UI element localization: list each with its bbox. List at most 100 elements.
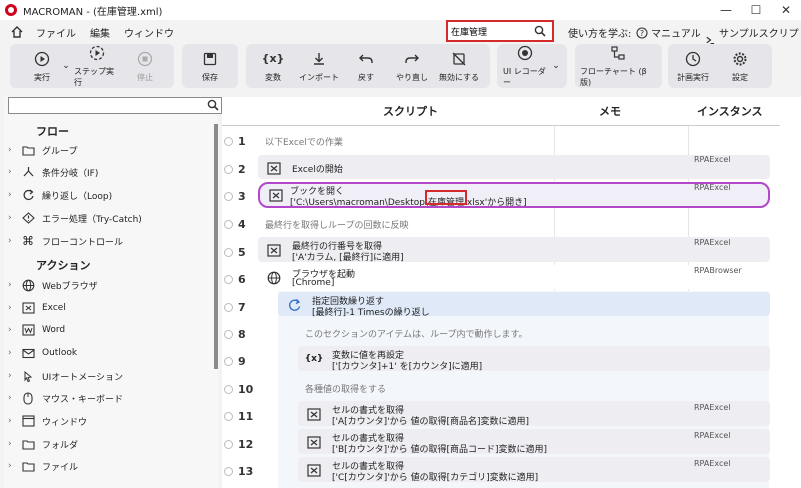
minimize-button[interactable]: — [711, 0, 741, 20]
globe-icon [20, 278, 36, 292]
sidebar-item-group[interactable]: › グループ [8, 139, 214, 161]
undo-button[interactable]: 戻す [352, 44, 380, 88]
ui-recorder-button[interactable]: UI レコーダー [503, 44, 547, 88]
breakpoint-marker[interactable] [224, 411, 233, 421]
breakpoint-marker[interactable] [224, 191, 233, 201]
search-highlight [425, 190, 467, 205]
row-number[interactable]: 7 [224, 296, 254, 318]
sidebar-item-label: マウス・キーボード [42, 394, 124, 405]
stop-button[interactable]: 停止 [130, 44, 160, 88]
sidebar-item-ui-automation[interactable]: › UIオートメーション [8, 365, 214, 387]
search-icon[interactable] [534, 25, 546, 37]
settings-button[interactable]: 設定 [726, 44, 754, 88]
sidebar-search-input[interactable] [8, 97, 222, 114]
instance-label: RPAExcel [694, 459, 731, 468]
schedule-button[interactable]: 計画実行 [676, 44, 710, 88]
row-number-label: 12 [238, 437, 254, 451]
sidebar-item-label: エラー処理（Try-Catch) [42, 214, 142, 225]
import-button[interactable]: インポート [297, 44, 341, 88]
row-number[interactable]: 9 [224, 350, 254, 372]
breakpoint-marker[interactable] [224, 247, 233, 257]
comment-row[interactable]: 最終行を取得しループの回数に反映 [265, 218, 408, 231]
breakpoint-marker[interactable] [224, 164, 233, 174]
chevron-right-icon: › [8, 213, 12, 223]
breakpoint-marker[interactable] [224, 384, 233, 394]
menu-window[interactable]: ウィンドウ [124, 25, 174, 40]
save-label: 保存 [202, 72, 218, 82]
home-icon[interactable] [10, 25, 24, 39]
import-label: インポート [299, 72, 339, 82]
sidebar-item-folder[interactable]: › フォルダ [8, 433, 214, 455]
sidebar-item-web-browser[interactable]: › Webブラウザ [8, 274, 214, 296]
breakpoint-marker[interactable] [224, 329, 233, 339]
sidebar-item-label: フローコントロール [42, 237, 124, 248]
sidebar-item-mouse-keyboard[interactable]: › マウス・キーボード [8, 387, 214, 409]
disable-icon [450, 50, 468, 68]
breakpoint-marker[interactable] [224, 136, 233, 146]
row-number[interactable]: 1 [224, 130, 254, 152]
disable-button[interactable]: 無効にする [437, 44, 481, 88]
sidebar-item-file[interactable]: › ファイル [8, 455, 214, 477]
row-number[interactable]: 3 [224, 185, 254, 207]
row-number-label: 7 [238, 300, 246, 314]
step-run-button[interactable]: ステップ実行 [74, 44, 120, 88]
ui-automation-icon [20, 369, 36, 383]
sidebar-item-label: ウィンドウ [42, 417, 88, 428]
undo-icon [357, 50, 375, 68]
row-number[interactable]: 2 [224, 158, 254, 180]
comment-row[interactable]: このセクションのアイテムは、ループ内で動作します。 [305, 327, 528, 340]
row-number[interactable]: 8 [224, 323, 254, 345]
step-run-label: ステップ実行 [74, 67, 114, 87]
loop-step[interactable]: 指定回数繰り返す [最終行]-1 Timesの繰り返し [278, 292, 770, 318]
variable-button[interactable]: {x} 変数 [258, 44, 288, 88]
row-number[interactable]: 6 [224, 268, 254, 290]
menu-edit[interactable]: 編集 [90, 25, 110, 40]
row-number[interactable]: 10 [224, 378, 254, 400]
row-number[interactable]: 12 [224, 433, 254, 455]
sidebar-item-try-catch[interactable]: › エラー処理（Try-Catch) [8, 207, 214, 229]
sidebar-item-word[interactable]: › Word [8, 319, 214, 341]
sidebar-item-if[interactable]: › 条件分岐（IF) [8, 161, 214, 183]
instance-column-header: インスタンス [697, 105, 763, 118]
global-search-input[interactable] [451, 26, 531, 36]
breakpoint-marker[interactable] [224, 219, 233, 229]
menu-file[interactable]: ファイル [36, 25, 76, 40]
sidebar-item-flow-control[interactable]: › ⌘ フローコントロール [8, 230, 214, 252]
breakpoint-marker[interactable] [224, 302, 233, 312]
save-button[interactable]: 保存 [196, 44, 224, 88]
sidebar-scrollbar[interactable] [214, 124, 218, 369]
row-number[interactable]: 13 [224, 460, 254, 482]
chevron-right-icon: › [8, 167, 12, 177]
close-button[interactable]: ✕ [771, 0, 801, 20]
comment-row[interactable]: 以下Excelでの作業 [265, 135, 343, 148]
script-step[interactable]: {x} 変数に値を再設定 ['[カウンタ]+1' を[カウンタ]に適用] [298, 346, 770, 372]
run-button[interactable]: 実行 [28, 44, 56, 88]
manual-link[interactable]: ? マニュアル [636, 25, 701, 40]
flowchart-button[interactable]: フローチャート (β版) [580, 44, 656, 88]
question-icon: ? [636, 26, 648, 39]
sidebar-item-outlook[interactable]: › Outlook [8, 342, 214, 364]
run-dropdown[interactable]: ⌄ [60, 44, 72, 88]
breakpoint-marker[interactable] [224, 356, 233, 366]
sidebar-item-window[interactable]: › ウィンドウ [8, 410, 214, 432]
row-number[interactable]: 5 [224, 241, 254, 263]
search-icon[interactable] [207, 99, 219, 111]
breakpoint-marker[interactable] [224, 466, 233, 476]
action-section-header: アクション [36, 259, 91, 272]
row-number-label: 10 [238, 382, 254, 396]
chevron-right-icon: › [8, 348, 12, 358]
comment-row[interactable]: 各種値の取得をする [305, 382, 386, 395]
globe-icon [266, 271, 282, 285]
sidebar-item-excel[interactable]: › Excel [8, 297, 214, 319]
stop-label: 停止 [137, 72, 153, 82]
recorder-dropdown[interactable]: ⌄ [550, 44, 562, 88]
stop-icon [136, 50, 154, 68]
row-number[interactable]: 11 [224, 405, 254, 427]
row-number[interactable]: 4 [224, 213, 254, 235]
breakpoint-marker[interactable] [224, 439, 233, 449]
redo-button[interactable]: やり直し [394, 44, 430, 88]
sidebar-item-loop[interactable]: › 繰り返し（Loop) [8, 184, 214, 206]
breakpoint-marker[interactable] [224, 274, 233, 284]
maximize-button[interactable]: ☐ [741, 0, 771, 20]
toolbar: 実行 ⌄ ステップ実行 停止 保存 {x} 変数 インポート 戻す やり直し 無… [0, 44, 801, 92]
